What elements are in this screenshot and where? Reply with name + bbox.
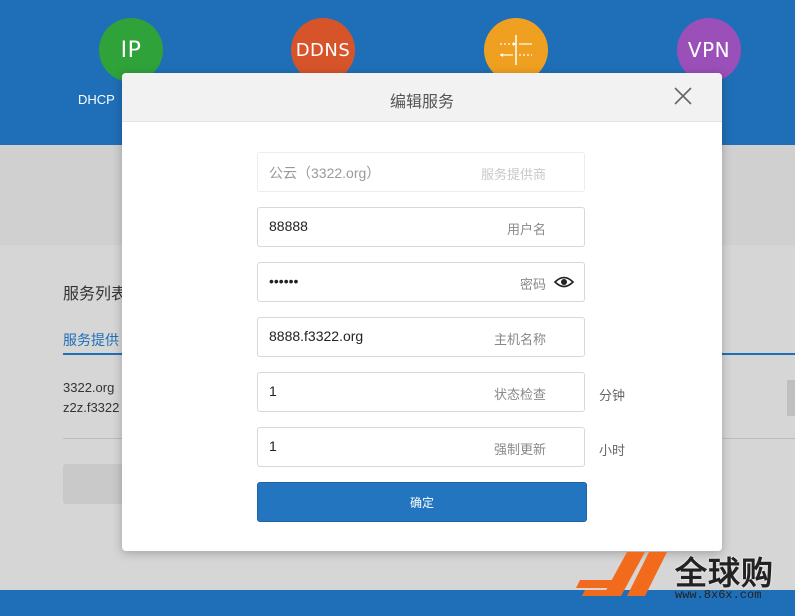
watermark: 全球购 www.8x6x.com: [575, 548, 795, 608]
status-check-label: 状态检查: [493, 387, 546, 402]
hostname-value: 8888.f3322.org: [269, 328, 364, 344]
service-provider-label: 服务提供商: [480, 167, 546, 182]
confirm-button[interactable]: 确定: [257, 482, 587, 522]
list-item: z2z.f3322: [63, 400, 120, 415]
username-value: 88888: [269, 218, 308, 234]
hostname-field[interactable]: 8888.f3322.org 主机名称: [257, 317, 585, 357]
service-list-title: 服务列表: [63, 286, 128, 303]
force-update-value: 1: [269, 438, 277, 454]
status-check-value: 1: [269, 383, 277, 399]
force-update-field[interactable]: 1 强制更新: [257, 427, 585, 467]
vpn-nav-label: VPN: [687, 38, 731, 62]
username-label: 用户名: [506, 222, 546, 237]
ddns-nav-label: DDNS: [295, 39, 351, 61]
hostname-label: 主机名称: [493, 332, 546, 347]
status-check-unit: 分钟: [599, 388, 626, 403]
list-item: 3322.org: [63, 380, 115, 395]
watermark-url: www.8x6x.com: [675, 588, 762, 602]
watermark-logo-icon: [576, 552, 667, 596]
status-check-field[interactable]: 1 状态检查: [257, 372, 585, 412]
dialog-title: 编辑服务: [389, 94, 454, 111]
dhcp-caption: DHCP: [78, 92, 115, 107]
username-field[interactable]: 88888 用户名: [257, 207, 585, 247]
service-provider-field: 公云（3322.org） 服务提供商: [257, 152, 585, 192]
force-update-unit: 小时: [599, 443, 626, 458]
close-button[interactable]: [672, 85, 694, 107]
password-field[interactable]: •••••• 密码: [257, 262, 585, 302]
password-value: ••••••: [269, 273, 299, 289]
port-forward-icon: [500, 35, 532, 65]
confirm-button-label: 确定: [409, 495, 434, 510]
ip-nav-label: IP: [120, 37, 142, 63]
edit-service-dialog: 编辑服务 公云（3322.org） 服务提供商 88888 用户名 ••••••…: [122, 73, 722, 551]
service-provider-value: 公云（3322.org）: [269, 165, 381, 181]
tab-service-provider[interactable]: 服务提供: [63, 330, 119, 350]
scrollbar[interactable]: [787, 380, 795, 416]
close-icon: [674, 87, 692, 105]
password-label: 密码: [519, 277, 546, 292]
dialog-header: 编辑服务: [122, 73, 722, 122]
eye-icon[interactable]: [554, 276, 574, 288]
force-update-label: 强制更新: [493, 442, 546, 457]
